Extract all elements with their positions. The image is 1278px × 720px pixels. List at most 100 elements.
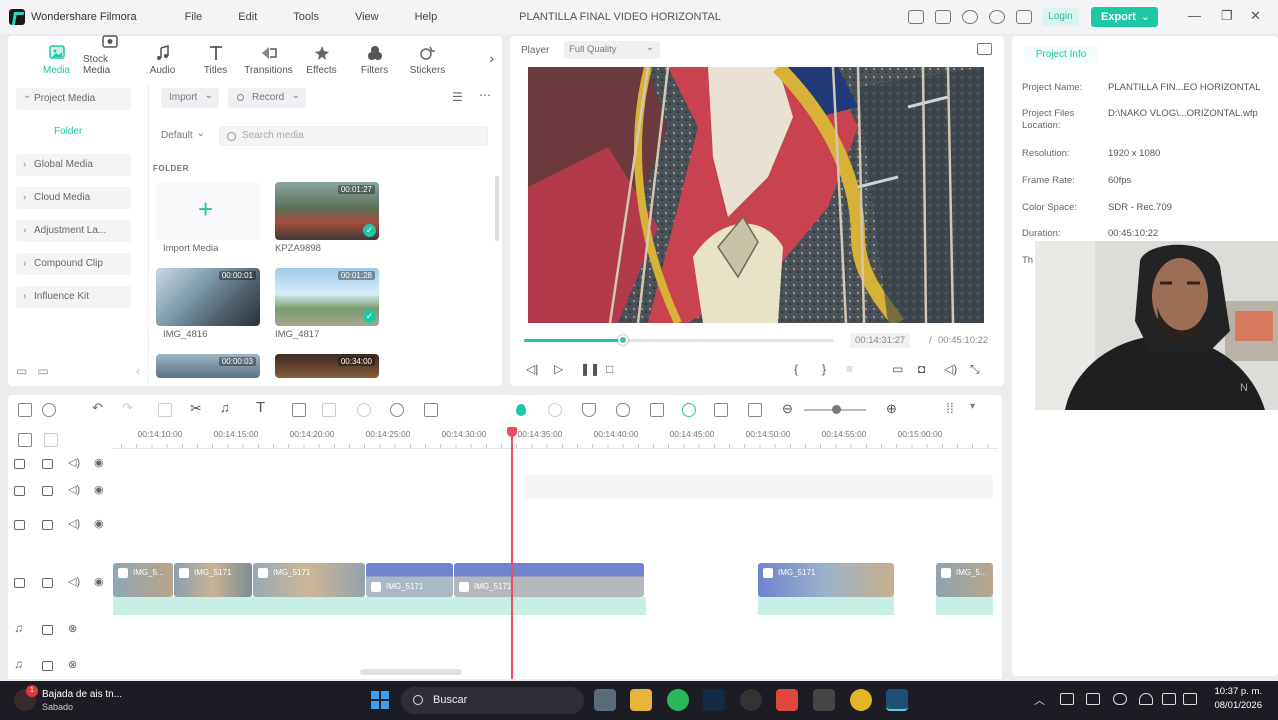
- music-track-icon[interactable]: ♫: [14, 657, 23, 671]
- video-track-icon[interactable]: [14, 578, 25, 588]
- lock-icon[interactable]: [42, 625, 53, 635]
- freeze-icon[interactable]: [322, 403, 336, 417]
- grid-view-icon[interactable]: ⁞⁞: [946, 400, 954, 416]
- video-track-icon[interactable]: [14, 520, 25, 530]
- tray-icon[interactable]: [1060, 693, 1074, 705]
- marker-icon[interactable]: ≡: [846, 362, 853, 376]
- lock-icon[interactable]: [42, 520, 53, 530]
- zoom-in-icon[interactable]: ⊕: [886, 401, 897, 417]
- import-dropdown[interactable]: Import ⌄: [161, 88, 219, 108]
- tab-titles[interactable]: Titles: [189, 45, 242, 80]
- folder-icon[interactable]: ▭: [37, 364, 48, 378]
- sidebar-item-adjustment-layer[interactable]: Adjustment La...: [16, 220, 131, 242]
- tab-audio[interactable]: Audio: [136, 45, 189, 80]
- mute-icon[interactable]: ◁): [68, 483, 80, 496]
- taskbar-search[interactable]: Buscar: [401, 687, 584, 714]
- sidebar-item-cloud-media[interactable]: Cloud Media: [16, 187, 131, 209]
- mark-out-icon[interactable]: }: [822, 362, 826, 376]
- chevron-up-icon[interactable]: ︿: [1034, 692, 1045, 708]
- prev-frame-icon[interactable]: ◁|: [526, 362, 538, 376]
- timeline-clip[interactable]: IMG_5171: [366, 563, 453, 597]
- tab-transitions[interactable]: Transitions: [242, 45, 295, 80]
- menu-view[interactable]: View: [337, 11, 397, 23]
- chevron-down-icon[interactable]: ▾: [970, 401, 975, 412]
- audio-mix-icon[interactable]: [650, 403, 664, 417]
- playback-progress[interactable]: [524, 335, 834, 345]
- ai-icon[interactable]: [516, 404, 526, 416]
- chevron-right-icon[interactable]: ›: [489, 50, 494, 66]
- playhead[interactable]: [511, 431, 513, 679]
- lock-icon[interactable]: [42, 661, 53, 671]
- eye-icon[interactable]: ◉: [94, 483, 104, 496]
- obs-icon[interactable]: [740, 689, 762, 711]
- mute-icon[interactable]: ◁): [68, 575, 80, 588]
- tab-stock-media[interactable]: Stock Media: [83, 34, 136, 80]
- display-icon[interactable]: ▭: [892, 362, 903, 376]
- fullscreen-icon[interactable]: ⤡: [970, 362, 980, 377]
- record-dropdown[interactable]: Record ⌄: [228, 88, 306, 108]
- task-view-icon[interactable]: [594, 689, 616, 711]
- stop-icon[interactable]: □: [606, 362, 613, 376]
- search-input[interactable]: Search media: [219, 126, 488, 146]
- media-thumbnail[interactable]: 00:00:03: [156, 354, 260, 378]
- music-track-icon[interactable]: ♫: [14, 621, 23, 635]
- more-icon[interactable]: ⋯: [479, 88, 491, 102]
- mute-icon[interactable]: ⊗: [68, 622, 77, 635]
- collapse-icon[interactable]: ‹: [136, 364, 140, 378]
- lock-icon[interactable]: [42, 486, 53, 496]
- media-thumbnail[interactable]: 00:00:01: [156, 268, 260, 326]
- windows-start-icon[interactable]: [371, 691, 389, 709]
- chrome-icon[interactable]: [850, 689, 872, 711]
- eye-icon[interactable]: ◉: [94, 517, 104, 530]
- track-lane[interactable]: [523, 475, 993, 499]
- delete-icon[interactable]: [158, 403, 172, 417]
- timeline-clip[interactable]: IMG_5171: [758, 563, 894, 597]
- grid-icon[interactable]: [1016, 10, 1032, 24]
- import-media-tile[interactable]: +: [156, 182, 260, 240]
- close-icon[interactable]: ✕: [1250, 8, 1261, 24]
- undo-icon[interactable]: ↶: [92, 400, 103, 416]
- progress-handle[interactable]: [618, 335, 629, 345]
- audio-waveform[interactable]: [758, 597, 894, 615]
- microphone-icon[interactable]: [1113, 693, 1127, 705]
- link-icon[interactable]: [44, 433, 58, 447]
- sidebar-item-influence-kit[interactable]: Influence Kit: [16, 286, 131, 308]
- save-icon[interactable]: [935, 10, 951, 24]
- pause-icon[interactable]: ❚❚: [580, 362, 600, 376]
- login-button[interactable]: Login: [1042, 8, 1079, 26]
- timeline-clip[interactable]: IMG_5171: [174, 563, 252, 597]
- play-icon[interactable]: ▷: [554, 362, 563, 376]
- tab-effects[interactable]: Effects: [295, 45, 348, 80]
- news-widget[interactable]: 1 Bajada de ais tn... Sabado: [14, 685, 164, 715]
- text-icon[interactable]: T: [256, 399, 265, 416]
- filmora-active-icon[interactable]: [886, 689, 908, 711]
- sidebar-item-global-media[interactable]: Global Media: [16, 154, 131, 176]
- file-explorer-icon[interactable]: [630, 689, 652, 711]
- export-button[interactable]: Export ⌄: [1091, 7, 1158, 27]
- wifi-icon[interactable]: [1139, 693, 1153, 705]
- mute-icon[interactable]: ◁): [68, 517, 80, 530]
- tray-icon[interactable]: [1086, 693, 1100, 705]
- quality-dropdown[interactable]: Full Quality ⌄: [564, 41, 660, 59]
- timeline-clip[interactable]: IMG_5171: [253, 563, 365, 597]
- camera-icon[interactable]: ◘: [918, 362, 925, 376]
- eye-icon[interactable]: ◉: [94, 456, 104, 469]
- media-thumbnail[interactable]: 00:01:28 ✓: [275, 268, 379, 326]
- video-track-icon[interactable]: [14, 459, 25, 469]
- crop-icon[interactable]: [292, 403, 306, 417]
- tab-project-info[interactable]: Project Info: [1024, 46, 1098, 63]
- sidebar-item-compound-clip[interactable]: Compound Clip: [16, 253, 131, 275]
- whatsapp-icon[interactable]: [667, 689, 689, 711]
- speaker-icon[interactable]: [1162, 693, 1176, 705]
- audio-icon[interactable]: ♫: [220, 400, 230, 415]
- sort-dropdown[interactable]: Default ⌄: [153, 126, 209, 146]
- zoom-out-icon[interactable]: ⊖: [782, 401, 793, 417]
- app-icon[interactable]: [813, 689, 835, 711]
- menu-edit[interactable]: Edit: [220, 11, 275, 23]
- pip-icon[interactable]: [714, 403, 728, 417]
- color-icon[interactable]: [357, 403, 371, 417]
- render-icon[interactable]: [548, 403, 562, 417]
- menu-file[interactable]: File: [167, 11, 221, 23]
- eye-icon[interactable]: ◉: [94, 575, 104, 588]
- split-icon[interactable]: ✂: [190, 400, 202, 417]
